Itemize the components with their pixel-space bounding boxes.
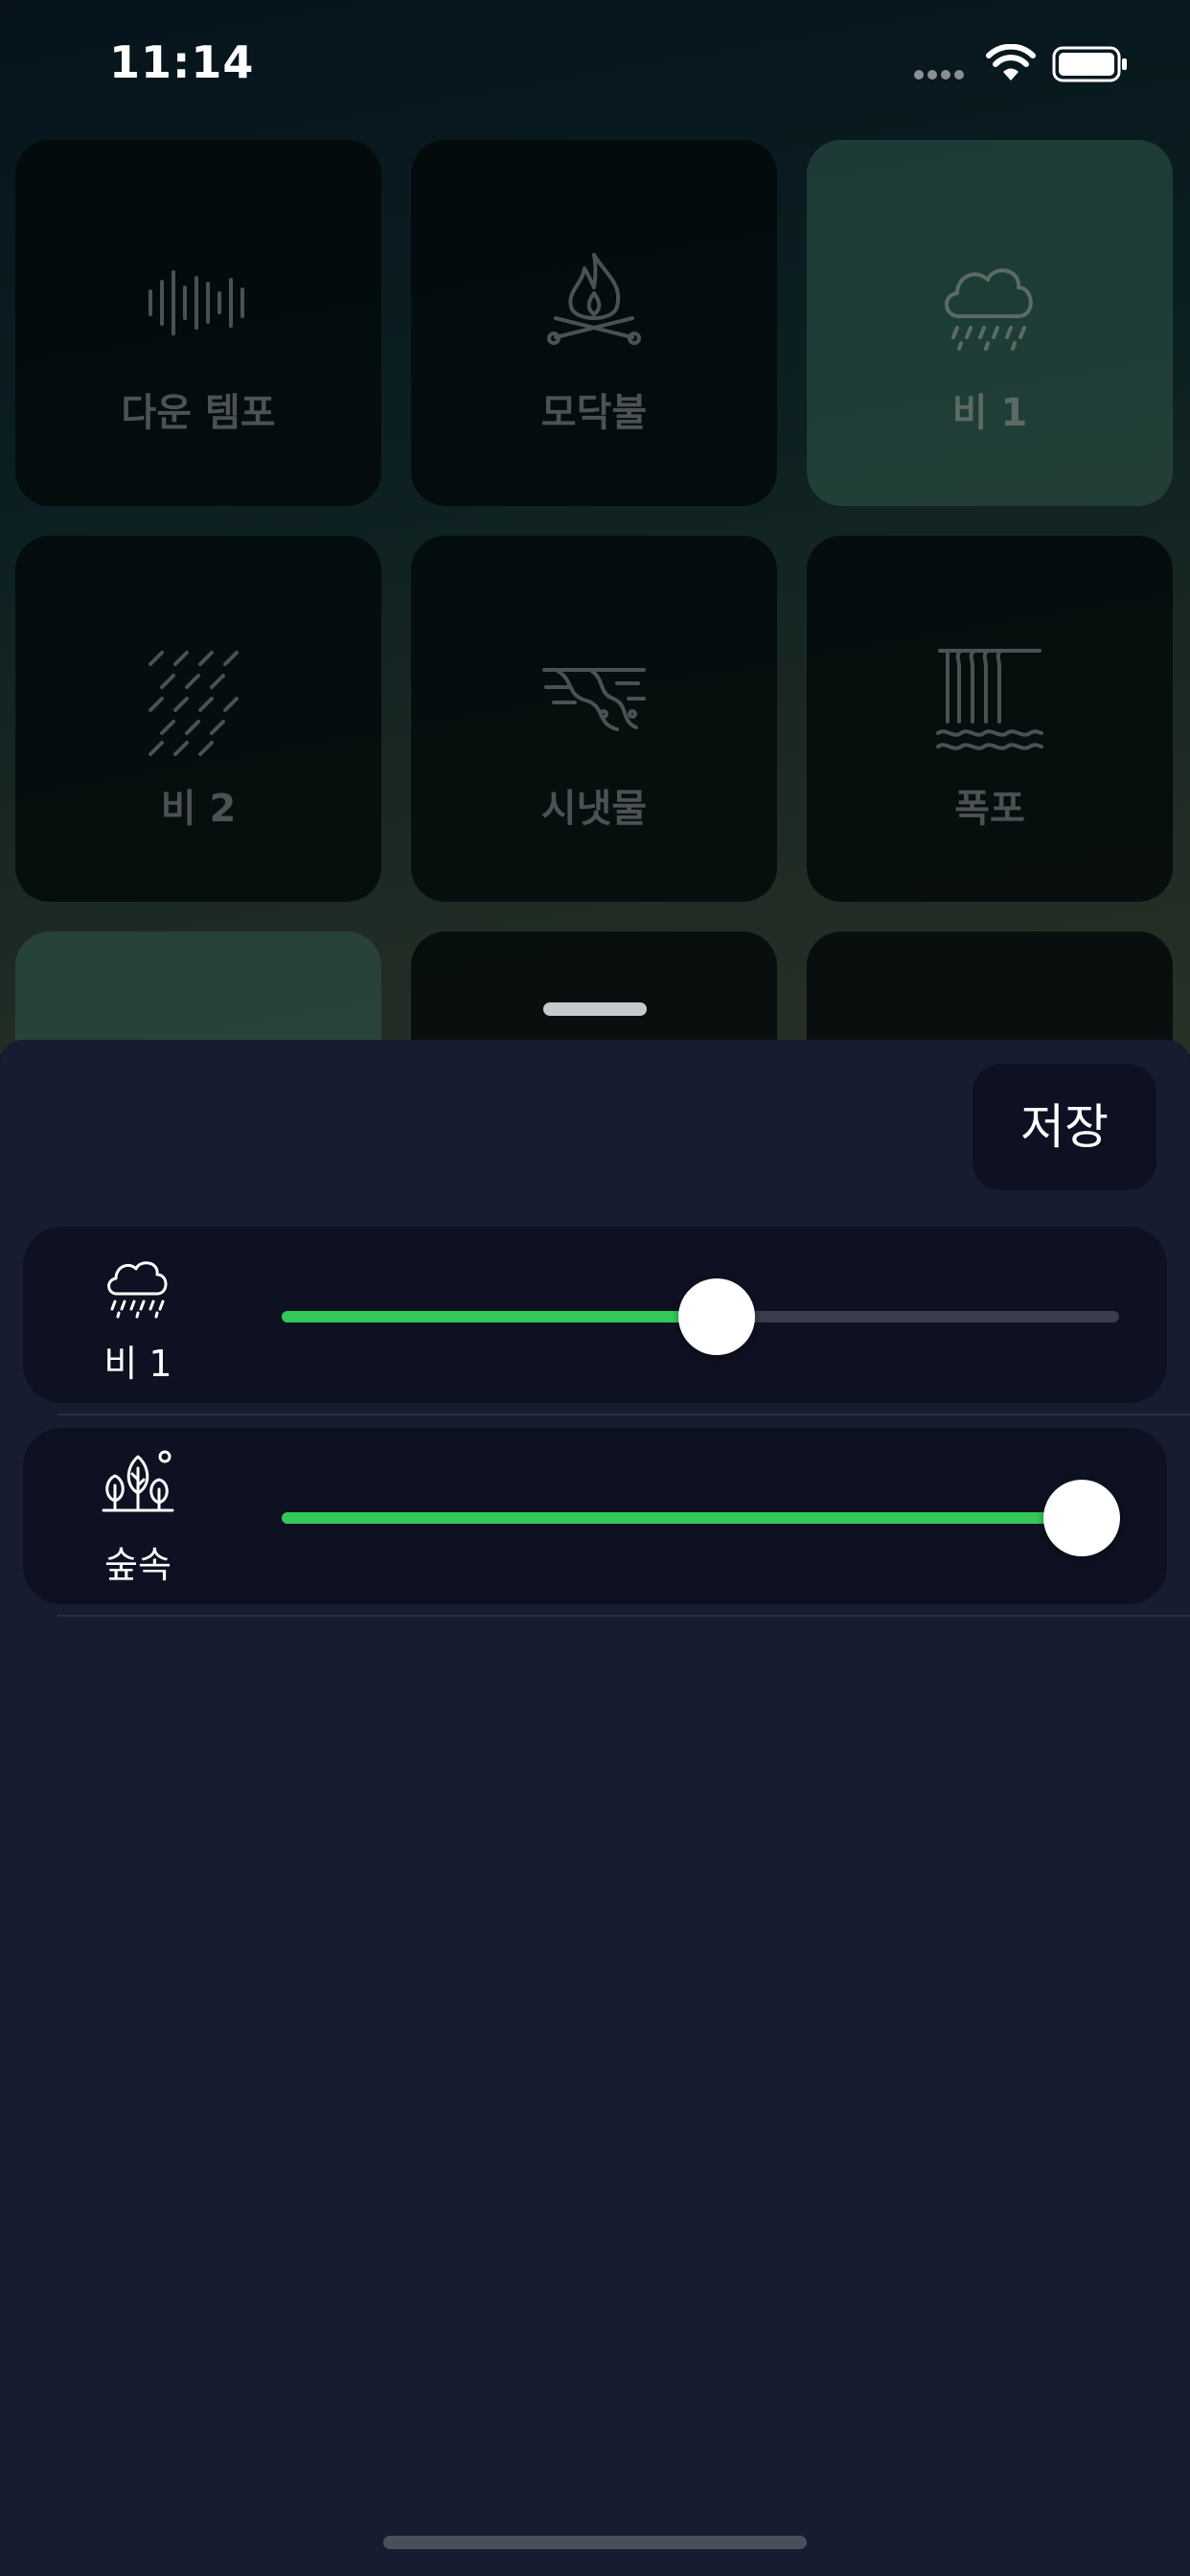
volume-slider-fill	[282, 1311, 718, 1322]
mixer-row-label: 비 1	[103, 1343, 172, 1385]
status-time: 11:14	[109, 36, 255, 88]
stream-icon	[542, 668, 646, 731]
sheet-grabber[interactable]	[543, 1002, 647, 1016]
rain-lines-icon	[149, 651, 239, 756]
wifi-icon	[986, 44, 1036, 80]
tile-label: 모닥불	[540, 391, 648, 435]
save-button[interactable]: 저장	[973, 1064, 1156, 1190]
mixer-row-label: 숲속	[104, 1544, 172, 1586]
sound-tile-rain-2[interactable]: 비 2	[15, 536, 381, 902]
tile-label: 폭포	[954, 787, 1025, 831]
campfire-icon	[547, 253, 641, 345]
row-separator	[57, 1615, 1190, 1617]
home-indicator	[383, 2536, 807, 2549]
rain-cloud-icon	[107, 1261, 168, 1319]
sound-tile-waterfall[interactable]: 폭포	[807, 536, 1173, 902]
tile-label: 다운 템포	[121, 391, 276, 435]
volume-slider-thumb[interactable]	[1042, 1480, 1120, 1556]
sound-tile-rain-1[interactable]: 비 1	[807, 140, 1173, 506]
tile-label: 비 2	[160, 787, 237, 831]
sound-tile-campfire[interactable]: 모닥불	[411, 140, 777, 506]
waterfall-icon	[936, 649, 1043, 750]
soundwave-icon	[149, 270, 244, 335]
status-bar: 11:14	[0, 0, 1190, 134]
tile-label: 비 1	[951, 391, 1028, 435]
battery-icon	[1052, 46, 1127, 82]
mixer-row-rain-1: 비 1	[23, 1227, 1167, 1403]
sound-tile-stream[interactable]: 시냇물	[411, 536, 777, 902]
sound-tile-down-tempo[interactable]: 다운 템포	[15, 140, 381, 506]
tile-label: 시냇물	[540, 787, 648, 831]
row-separator	[57, 1414, 1190, 1415]
volume-slider-fill	[282, 1512, 1082, 1524]
forest-icon	[102, 1450, 174, 1512]
mixer-row-forest: 숲속	[23, 1428, 1167, 1604]
cellular-signal-icon	[914, 65, 968, 83]
volume-slider[interactable]	[282, 1480, 1120, 1556]
volume-slider[interactable]	[282, 1278, 1119, 1355]
rain-cloud-icon	[945, 268, 1033, 351]
volume-slider-thumb[interactable]	[678, 1278, 756, 1355]
